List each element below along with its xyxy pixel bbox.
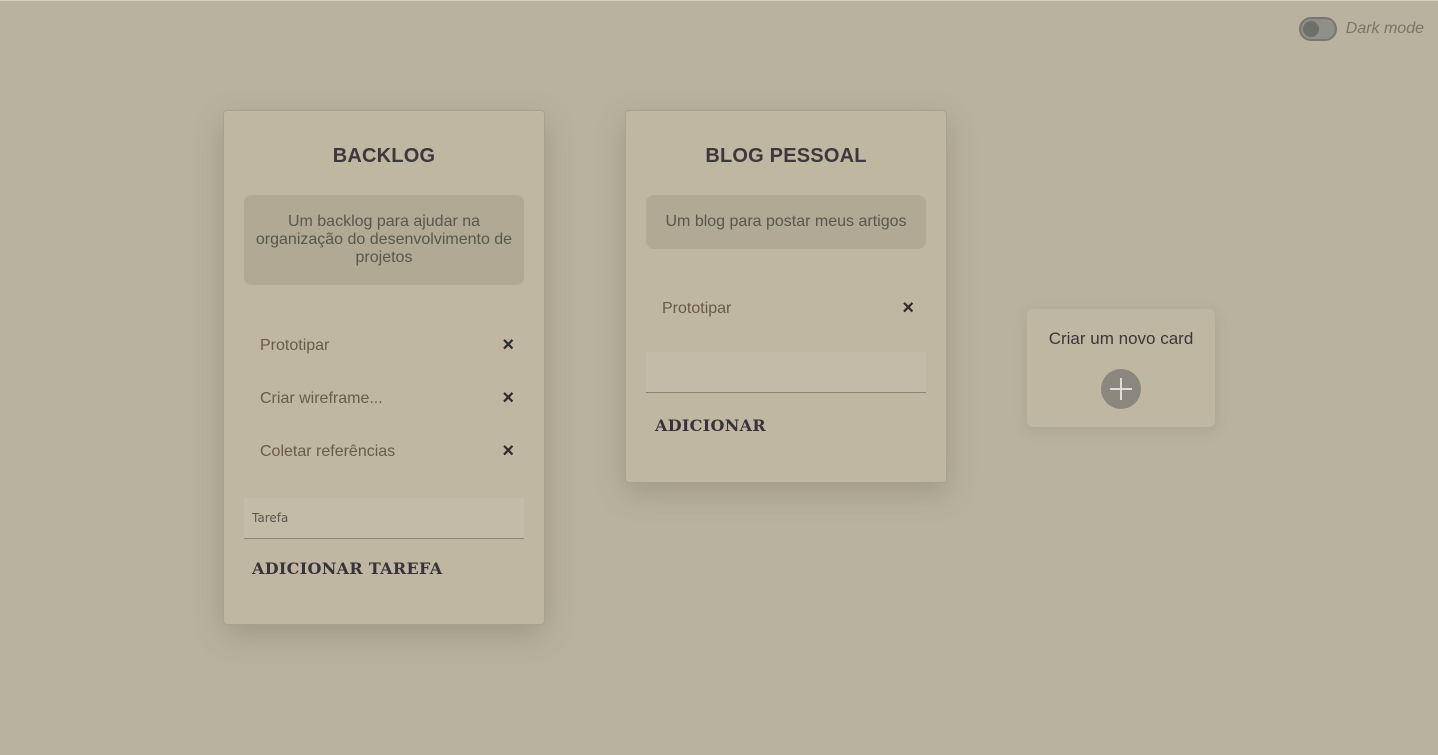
close-icon[interactable]: ×	[902, 297, 914, 320]
task-item[interactable]: Criar wireframe... ×	[224, 372, 544, 425]
plus-icon[interactable]	[1101, 369, 1141, 409]
card-backlog: BACKLOG Um backlog para ajudar na organi…	[223, 110, 545, 625]
task-input[interactable]	[646, 352, 926, 393]
dark-mode-toggle-group: Dark mode	[1298, 17, 1424, 41]
kanban-board: Dark mode BACKLOG Um backlog para ajudar…	[0, 0, 1438, 755]
task-label: Criar wireframe...	[260, 389, 383, 407]
dark-mode-toggle[interactable]	[1298, 17, 1337, 41]
task-item[interactable]: Prototipar ×	[626, 282, 946, 335]
close-icon[interactable]: ×	[502, 440, 514, 463]
card-blog-pessoal: BLOG PESSOAL Um blog para postar meus ar…	[625, 110, 947, 483]
task-label: Coletar referências	[260, 442, 396, 460]
card-title: BLOG PESSOAL	[705, 145, 867, 167]
add-task-button[interactable]: ADICIONAR TAREFA	[252, 559, 442, 578]
task-label: Prototipar	[260, 336, 330, 354]
new-card-label: Criar um novo card	[1048, 329, 1194, 348]
new-card-button[interactable]: Criar um novo card	[1027, 309, 1215, 427]
card-title: BACKLOG	[332, 145, 436, 167]
card-description: Um blog para postar meus artigos	[646, 195, 926, 249]
dark-mode-label: Dark mode	[1345, 20, 1424, 37]
task-input[interactable]	[244, 498, 524, 539]
card-description: Um backlog para ajudar na organização do…	[244, 195, 524, 285]
close-icon[interactable]: ×	[502, 387, 514, 410]
task-item[interactable]: Coletar referências ×	[224, 425, 544, 478]
task-list: Prototipar × Criar wireframe... × Coleta…	[224, 319, 544, 478]
task-item[interactable]: Prototipar ×	[224, 319, 544, 372]
add-button[interactable]: ADICIONAR	[655, 416, 766, 435]
task-list: Prototipar ×	[626, 282, 946, 335]
task-label: Prototipar	[662, 299, 732, 317]
toggle-knob	[1302, 21, 1319, 37]
close-icon[interactable]: ×	[502, 334, 514, 357]
